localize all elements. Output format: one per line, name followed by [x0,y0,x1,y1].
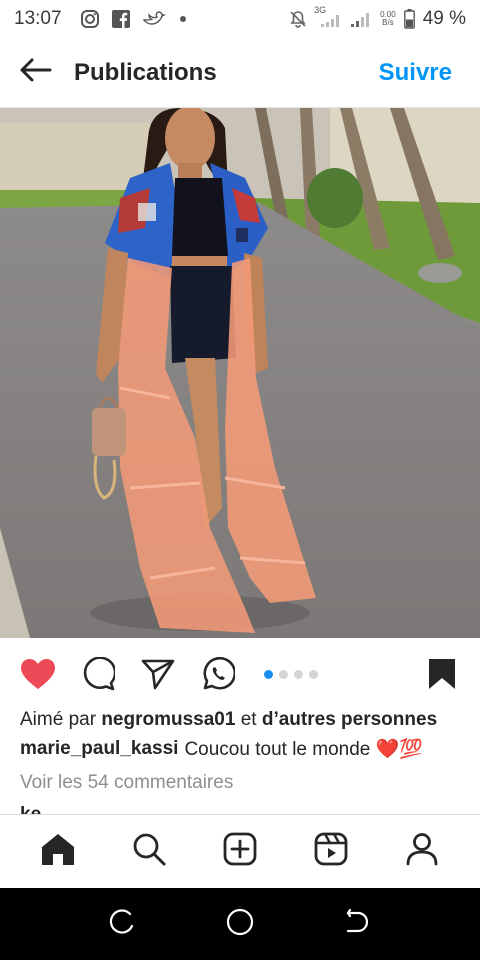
add-post-icon [223,832,257,871]
notification-dot-icon [178,14,188,24]
carousel-dot [279,670,288,679]
circle-home-icon [225,907,255,942]
share-button[interactable] [138,656,178,696]
status-bar: 13:07 3G 0.00 B/s 49 % [0,0,480,38]
battery-level: 49 % [422,8,466,29]
likes-others[interactable]: d’autres personnes [262,709,437,730]
recent-apps-button[interactable] [102,904,142,944]
liked-by-user[interactable]: negromussa01 [101,709,235,730]
bottom-navigation [0,814,480,888]
comment-button[interactable] [78,655,118,696]
post-actions [0,648,480,700]
signal-icon [350,9,372,29]
paper-plane-icon [141,658,175,695]
nav-profile-button[interactable] [398,828,446,876]
comment-preview: ke___ [20,804,73,814]
nav-home-button[interactable] [34,828,82,876]
post-image[interactable] [0,108,480,638]
back-button[interactable] [0,38,72,108]
profile-icon [406,832,438,871]
bookmark-filled-icon [428,658,456,695]
view-comments-link[interactable]: Voir les 54 commentaires [20,772,233,794]
nav-search-button[interactable] [125,828,173,876]
arrow-left-icon [19,57,53,88]
page-title: Publications [74,58,217,86]
home-icon [40,832,76,871]
whatsapp-icon [201,656,237,696]
heart-filled-icon [20,658,56,695]
carousel-dot [309,670,318,679]
likes-summary: Aimé par negromussa01 et d’autres person… [20,709,437,731]
battery-icon [403,9,415,29]
caption: marie_paul_kassi Coucou tout le monde ❤️… [20,737,423,761]
search-icon [132,832,166,871]
notifications-off-icon [288,9,308,29]
caption-username[interactable]: marie_paul_kassi [20,738,178,760]
recent-apps-icon [108,908,136,941]
carousel-indicator [264,670,318,679]
network-type: 3G [314,5,327,15]
carousel-dot-active [264,670,273,679]
save-button[interactable] [422,656,462,696]
facebook-icon [111,10,130,28]
header: Publications Suivre [0,38,480,108]
data-speed-unit: B/s [382,18,394,27]
follow-button[interactable]: Suivre [379,59,452,87]
back-arc-icon [344,908,372,941]
likes-connector: et [240,709,257,730]
carousel-dot [294,670,303,679]
system-navigation-bar [0,888,480,960]
like-button[interactable] [18,656,58,696]
data-speed: 0.00 B/s [380,11,396,27]
speech-bubble-icon [81,655,117,696]
likes-prefix: Aimé par [20,709,97,730]
signal-3g-icon: 3G [314,5,342,29]
instagram-icon [80,9,100,29]
status-time: 13:07 [14,8,62,29]
back-system-button[interactable] [338,904,378,944]
nav-new-post-button[interactable] [216,828,264,876]
home-system-button[interactable] [220,904,260,944]
whatsapp-button[interactable] [198,656,238,696]
caption-text: Coucou tout le monde ❤️💯 [184,739,423,760]
bird-icon [142,10,166,28]
nav-reels-button[interactable] [307,828,355,876]
reels-icon [314,832,348,871]
